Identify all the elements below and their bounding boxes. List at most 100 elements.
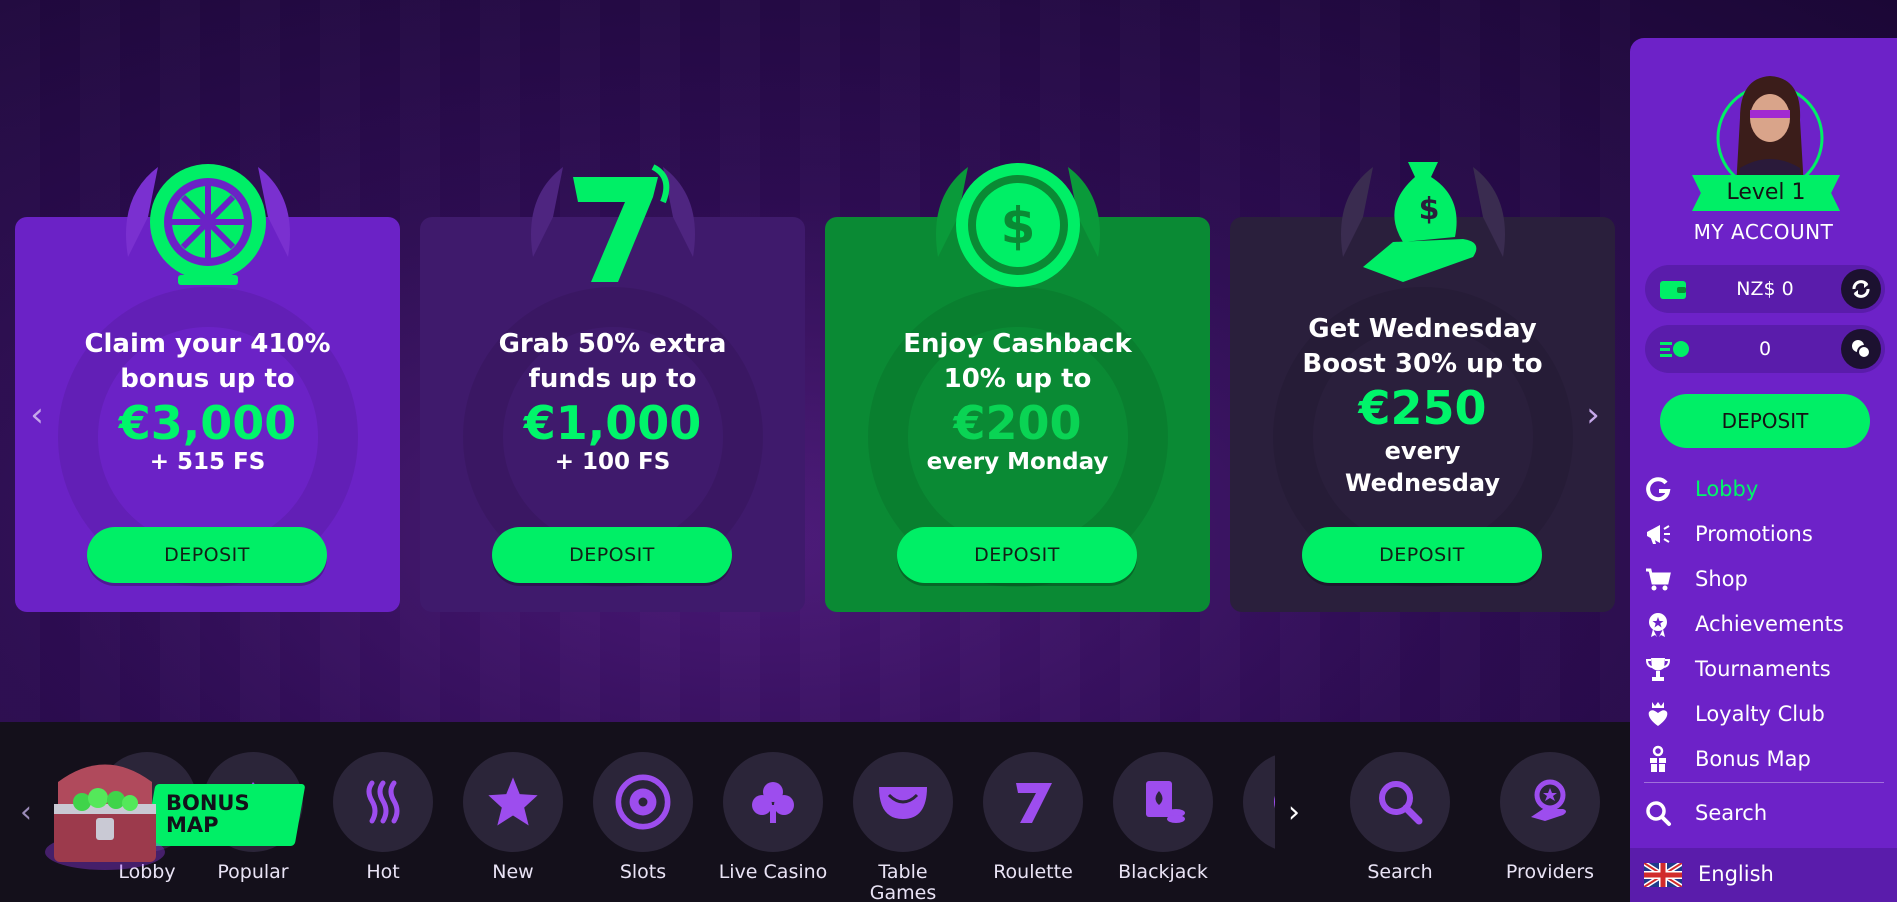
promo-amount: €1,000 xyxy=(523,396,702,450)
money-bag-hand-icon: $ xyxy=(1340,162,1505,282)
category-label: Search xyxy=(1367,861,1433,883)
club-icon xyxy=(752,782,794,823)
promo-line2: funds up to xyxy=(528,364,697,394)
category-label: Live Casino xyxy=(718,861,828,883)
category-roulette[interactable]: Roulette xyxy=(968,752,1098,883)
trophy-icon xyxy=(1645,658,1671,681)
category-prev-button[interactable]: ‹ xyxy=(20,795,32,830)
provider-hand-star-icon xyxy=(1531,779,1566,821)
svg-text:$: $ xyxy=(1418,192,1439,227)
coin-toggle-icon xyxy=(1660,341,1689,357)
wheel-icon xyxy=(125,164,290,285)
promo-extra: + 515 FS xyxy=(149,449,266,475)
sidebar-item-label: Loyalty Club xyxy=(1695,701,1825,726)
category-label-2: Games xyxy=(869,882,937,902)
category-table-games[interactable]: Table Games xyxy=(838,752,968,902)
bonus-map-line2: MAP xyxy=(166,813,219,837)
sidebar-item-shop[interactable]: Shop xyxy=(1630,556,1897,601)
category-label: Lo xyxy=(1228,862,1275,883)
promo-carousel: Claim your 410% bonus up to €3,000 + 515… xyxy=(15,140,1615,612)
coins-value: 0 xyxy=(1758,338,1772,360)
sidebar-item-label: Tournaments xyxy=(1695,656,1831,681)
promo-line1: Get Wednesday xyxy=(1308,314,1537,344)
level-badge: Level 1 xyxy=(1692,175,1840,211)
promo-extra: every Monday xyxy=(926,449,1109,475)
balance-pill: NZ$ 0 xyxy=(1645,265,1885,313)
category-label: Roulette xyxy=(993,861,1073,883)
category-hot[interactable]: Hot xyxy=(318,752,448,883)
category-providers[interactable]: Providers xyxy=(1485,752,1615,883)
promo-card-welcome: Claim your 410% bonus up to €3,000 + 515… xyxy=(15,164,400,612)
promo-extra: every xyxy=(1384,437,1461,465)
cards-chips-icon xyxy=(1146,781,1185,823)
sidebar-item-bonus-map[interactable]: Bonus Map xyxy=(1630,736,1897,781)
sidebar-menu: Lobby Promotions Shop Achievements Tourn… xyxy=(1630,466,1897,781)
promo-deposit-button[interactable]: DEPOSIT xyxy=(492,527,732,583)
category-new[interactable]: New xyxy=(448,752,578,883)
my-account-link[interactable]: MY ACCOUNT xyxy=(1630,220,1897,244)
promo-deposit-button[interactable]: DEPOSIT xyxy=(87,527,327,583)
cashback-dollar-icon: $ xyxy=(935,163,1100,287)
promo-amount: €200 xyxy=(953,396,1082,450)
sidebar-search-label: Search xyxy=(1695,800,1768,825)
coins-exchange-button[interactable] xyxy=(1841,329,1881,369)
category-label: Blackjack xyxy=(1118,861,1208,883)
sidebar-item-achievements[interactable]: Achievements xyxy=(1630,601,1897,646)
sidebar-divider xyxy=(1644,782,1884,783)
sidebar-deposit-button[interactable]: DEPOSIT xyxy=(1660,394,1870,448)
sidebar-search-button[interactable]: Search xyxy=(1630,790,1897,835)
lobby-g-icon xyxy=(1646,477,1671,502)
language-selector[interactable]: English xyxy=(1630,848,1897,902)
promo-line1: Enjoy Cashback xyxy=(903,329,1132,359)
account-sidebar: Level 1 MY ACCOUNT NZ$ 0 0 DEPOSIT Lobby… xyxy=(1630,38,1897,902)
refresh-balance-button[interactable] xyxy=(1841,269,1881,309)
slot-reel-icon xyxy=(615,774,671,830)
bonus-map-badge[interactable]: BONUS MAP xyxy=(40,752,306,874)
heat-waves-icon xyxy=(366,780,400,824)
category-label: Providers xyxy=(1505,861,1595,883)
category-label: Hot xyxy=(366,861,400,883)
promo-extra-2: Wednesday xyxy=(1344,469,1500,497)
category-label: Slots xyxy=(619,861,667,883)
category-label-2: Ga xyxy=(1228,883,1275,902)
sidebar-item-label: Shop xyxy=(1695,566,1748,591)
promo-card-wednesday-boost: $ Get Wednesday Boost 30% up to €250 eve… xyxy=(1230,162,1615,612)
sidebar-item-promotions[interactable]: Promotions xyxy=(1630,511,1897,556)
category-slots[interactable]: Slots xyxy=(578,752,708,883)
sidebar-item-tournaments[interactable]: Tournaments xyxy=(1630,646,1897,691)
coins-stack-icon xyxy=(1852,340,1871,359)
carousel-next-button[interactable]: › xyxy=(1578,398,1608,432)
bonus-map-line1: BONUS xyxy=(166,791,250,815)
promo-extra: + 100 FS xyxy=(554,449,671,475)
megaphone-icon xyxy=(1647,525,1670,544)
promo-deposit-button[interactable]: DEPOSIT xyxy=(897,527,1137,583)
promo-line2: 10% up to xyxy=(943,364,1092,394)
category-loyalty-games[interactable]: Lo Ga xyxy=(1228,752,1275,902)
seven-icon xyxy=(530,164,695,282)
sidebar-item-loyalty-club[interactable]: Loyalty Club xyxy=(1630,691,1897,736)
category-blackjack[interactable]: Blackjack xyxy=(1098,752,1228,883)
svg-text:$: $ xyxy=(1000,197,1035,255)
search-icon xyxy=(1379,781,1423,825)
balance-value: NZ$ 0 xyxy=(1736,278,1794,300)
promo-card-cashback: $ Enjoy Cashback 10% up to €200 every Mo… xyxy=(825,163,1210,612)
promo-line1: Grab 50% extra xyxy=(498,329,727,359)
uk-flag-icon xyxy=(1644,863,1682,887)
category-label: New xyxy=(492,861,534,883)
sidebar-item-lobby[interactable]: Lobby xyxy=(1630,466,1897,511)
table-games-icon xyxy=(879,787,927,819)
refresh-icon xyxy=(1852,280,1870,298)
promo-line2: bonus up to xyxy=(120,364,295,394)
carousel-prev-button[interactable]: ‹ xyxy=(22,398,52,432)
category-next-button[interactable]: › xyxy=(1288,795,1300,830)
coins-pill: 0 xyxy=(1645,325,1885,373)
language-label: English xyxy=(1698,862,1774,886)
loyalty-games-icon xyxy=(1274,795,1275,809)
category-live-casino[interactable]: Live Casino xyxy=(708,752,838,883)
promo-card-extra-funds: Grab 50% extra funds up to €1,000 + 100 … xyxy=(420,164,805,612)
category-search[interactable]: Search xyxy=(1335,752,1465,883)
promo-deposit-button[interactable]: DEPOSIT xyxy=(1302,527,1542,583)
sidebar-item-label: Lobby xyxy=(1695,476,1759,501)
promo-amount: €250 xyxy=(1358,381,1487,435)
promo-line1: Claim your 410% xyxy=(84,329,331,359)
